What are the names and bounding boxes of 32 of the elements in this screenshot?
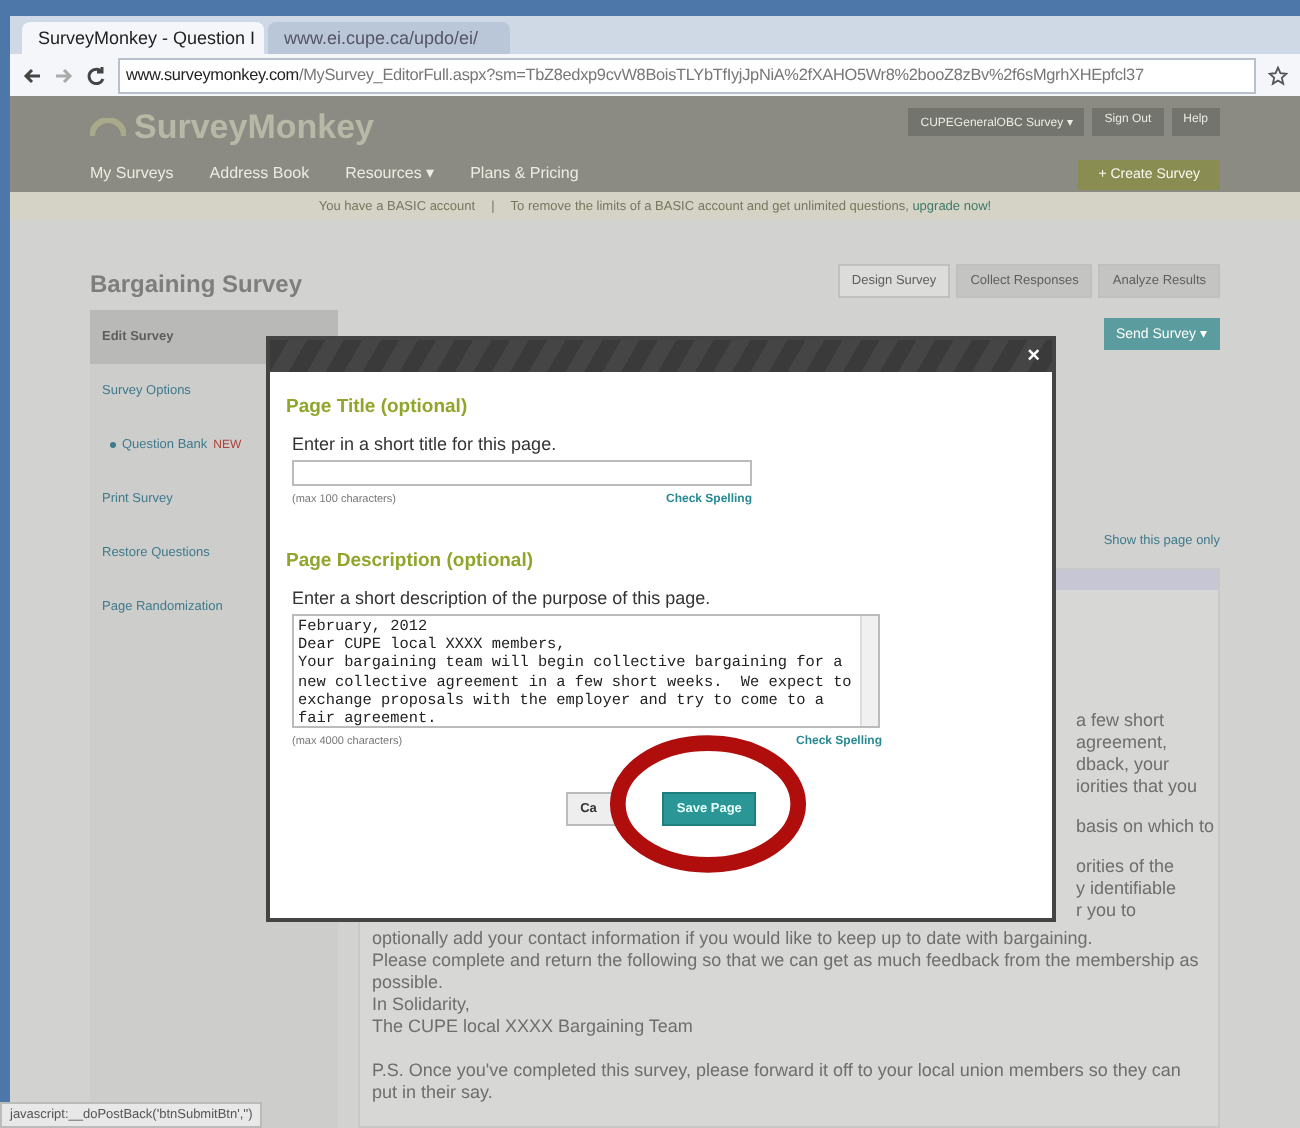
intro-text: agreement, (1076, 732, 1170, 754)
browser-tab[interactable]: SurveyMonkey - Question I (22, 22, 264, 55)
nav-link[interactable]: My Surveys (90, 164, 174, 182)
intro-text: In Solidarity, (372, 994, 472, 1016)
close-button[interactable]: × (1027, 345, 1040, 367)
back-icon[interactable] (22, 65, 42, 86)
nav-link[interactable]: Plans & Pricing (470, 164, 579, 182)
survey-title: Bargaining Survey (90, 270, 303, 298)
address-bar[interactable]: www.surveymonkey.com/MySurvey_EditorFull.aspx?sm=TbZ8edxp9cvW8BoisTLYbTfIyjJpNiA%2fXAHO5Wr8%2booZ8zBv%2f6sMgrhXHEpfcl37 (118, 57, 1256, 94)
star-icon[interactable] (1268, 65, 1288, 86)
nav-link[interactable]: Resources ▾ (345, 164, 435, 182)
intro-text: Please complete and return the following so that we can get as much feedback from the membership as possible. (372, 950, 1201, 994)
browser-tab[interactable]: www.ei.cupe.ca/updo/ei/ (268, 22, 510, 55)
page-title-field[interactable] (292, 460, 752, 486)
nav-link[interactable]: Address Book (209, 164, 310, 182)
intro-text: The CUPE local XXXX Bargaining Team (372, 1016, 695, 1038)
bullet-icon (110, 442, 116, 448)
section-heading: Page Description (optional) (286, 550, 536, 572)
section-heading: Page Title (optional) (286, 396, 470, 418)
intro-text: dback, your (1076, 754, 1172, 776)
intro-text: y identifiable (1076, 878, 1179, 900)
intro-text: P.S. Once you've completed this survey, please forward it off to your local union members so they can put in their say. (372, 1060, 1183, 1104)
logo-icon (90, 118, 126, 138)
intro-text: optionally add your contact information if you would like to keep up to date with bargaining. (372, 928, 1095, 950)
intro-text: orities of the (1076, 856, 1177, 878)
field-prompt: Enter a short description of the purpose of this page. (292, 588, 713, 608)
reload-icon[interactable] (86, 65, 106, 86)
intro-text: a few short (1076, 710, 1167, 732)
intro-text: iorities that you (1076, 776, 1200, 798)
intro-text: basis on which to (1076, 816, 1217, 838)
field-prompt: Enter in a short title for this page. (292, 434, 559, 454)
intro-text: r you to (1076, 900, 1139, 922)
